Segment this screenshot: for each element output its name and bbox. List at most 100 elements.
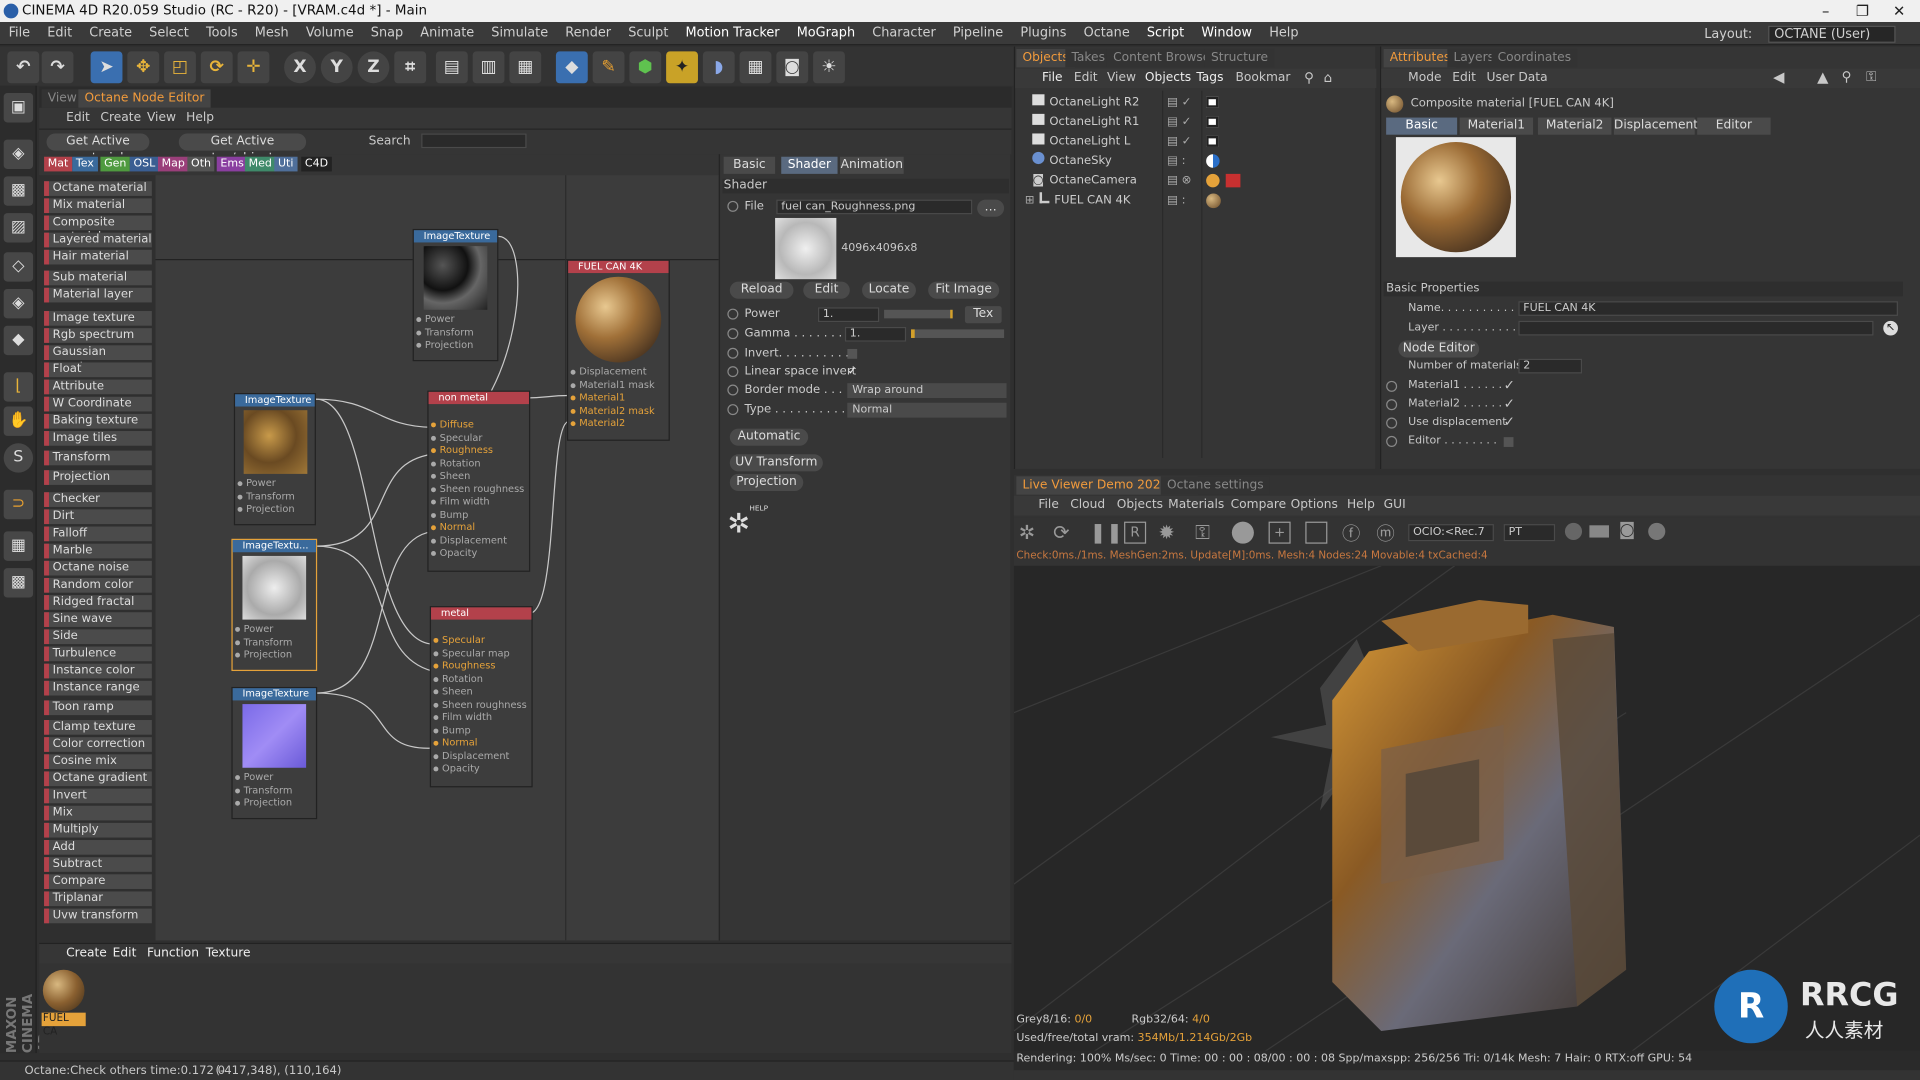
node-list-item[interactable]: Material layer xyxy=(44,287,152,303)
image-texture-node-roughness[interactable]: ImageTextu... Power Transform Projection xyxy=(231,538,318,672)
lv-menu-compare[interactable]: Compare xyxy=(1231,498,1287,511)
object-row[interactable]: ⊞ FUEL CAN 4K ▤ : xyxy=(1025,191,1368,211)
file-browse-button[interactable]: … xyxy=(977,199,1005,217)
ne-menu-help[interactable]: Help xyxy=(186,111,214,124)
render-kernel-select[interactable]: PT xyxy=(1503,524,1556,542)
num-materials-field[interactable]: 2 xyxy=(1518,358,1583,374)
workplane-icon[interactable]: ▨ xyxy=(3,213,34,243)
cat-oth[interactable]: Oth xyxy=(187,156,215,172)
y-axis-button[interactable]: Y xyxy=(320,51,353,84)
pin-roughness[interactable]: Roughness xyxy=(429,444,529,457)
gamma-field[interactable]: 1. xyxy=(844,326,907,342)
material-name-label[interactable]: FUEL CA xyxy=(41,1012,86,1038)
material-ball-icon[interactable] xyxy=(1231,521,1254,544)
pin-projection[interactable]: Projection xyxy=(235,503,315,516)
obj-menu-tags[interactable]: Tags xyxy=(1196,71,1223,84)
composite-material-node[interactable]: FUEL CAN 4K Displacement Material1 mask … xyxy=(566,259,670,441)
node-list-item[interactable]: Mix material xyxy=(44,198,152,214)
maximize-button[interactable]: ❐ xyxy=(1844,0,1881,22)
pin-material1-mask[interactable]: Material1 mask xyxy=(568,379,668,392)
use-displacement-checkbox[interactable]: ✓ xyxy=(1504,414,1515,430)
uv-transform-button[interactable]: UV Transform xyxy=(729,454,823,472)
pin-power[interactable]: Power xyxy=(414,313,497,326)
node-list-item[interactable]: Instance color xyxy=(44,663,152,679)
object-row[interactable]: OctaneLight R2 ▤ ✓ xyxy=(1025,93,1368,113)
file-path-field[interactable]: fuel can_Roughness.png xyxy=(776,199,973,215)
node-editor-button[interactable]: Node Editor xyxy=(1398,340,1480,358)
region-render-icon[interactable]: R xyxy=(1124,521,1147,544)
pin-projection[interactable]: Projection xyxy=(414,339,497,352)
node-list-item[interactable]: Side xyxy=(44,629,152,645)
menu-file[interactable]: File xyxy=(0,22,39,45)
subtab-material1[interactable]: Material1 xyxy=(1459,117,1534,135)
linear-space-checkbox[interactable]: ✓ xyxy=(847,364,857,381)
node-list-item[interactable]: Cosine mix xyxy=(44,754,152,769)
node-list-item[interactable]: Turbulence xyxy=(44,646,152,662)
camera-snapshot-icon[interactable]: ◙ xyxy=(1619,520,1636,540)
name-field[interactable]: FUEL CAN 4K xyxy=(1518,301,1898,316)
lv-menu-materials[interactable]: Materials xyxy=(1168,498,1224,511)
texture-mode-icon[interactable]: ▩ xyxy=(3,176,34,206)
visibility-icon[interactable]: ▤ ✓ xyxy=(1167,132,1191,152)
node-list-item[interactable]: Instance range xyxy=(44,680,152,696)
material-swatch[interactable] xyxy=(42,969,85,1012)
pin-opacity[interactable]: Opacity xyxy=(431,763,531,776)
radio-icon[interactable] xyxy=(727,200,739,212)
pin-rotation[interactable]: Rotation xyxy=(431,673,531,686)
node-list-item[interactable]: Gaussian spectrum xyxy=(44,345,152,373)
menu-select[interactable]: Select xyxy=(141,22,198,45)
lv-menu-gui[interactable]: GUI xyxy=(1384,498,1406,511)
node-list-item[interactable]: Uvw transform xyxy=(44,908,152,924)
radio-icon[interactable] xyxy=(1386,435,1398,447)
home-icon[interactable]: ⌂ xyxy=(1324,70,1333,86)
reload-button[interactable]: Reload xyxy=(729,281,794,299)
pin-material1[interactable]: Material1 xyxy=(568,392,668,405)
render-icon[interactable]: ▥ xyxy=(472,51,505,84)
settings-gear-icon[interactable]: ✹ xyxy=(1158,520,1174,543)
node-list-item[interactable]: Baking texture xyxy=(44,413,152,429)
select-icon[interactable]: ➤ xyxy=(90,51,123,84)
model-mode-icon[interactable]: ▣ xyxy=(3,93,34,123)
menu-pipeline[interactable]: Pipeline xyxy=(944,22,1011,45)
pin-displacement[interactable]: Displacement xyxy=(431,750,531,763)
node-list-item[interactable]: Toon ramp xyxy=(44,700,152,716)
node-list-item[interactable]: W Coordinate xyxy=(44,396,152,412)
image-texture-node-normal[interactable]: ImageTexture Power Transform Projection xyxy=(231,686,318,820)
radio-icon[interactable] xyxy=(727,404,739,416)
obj-menu-objects[interactable]: Objects xyxy=(1145,71,1191,84)
search-icon[interactable]: ⚲ xyxy=(1842,69,1852,85)
radio-icon[interactable] xyxy=(727,384,739,396)
render-viewport[interactable]: R RRCG 人人素材 xyxy=(1013,565,1920,1056)
cat-gen[interactable]: Gen xyxy=(100,156,131,172)
node-list-item[interactable]: Multiply xyxy=(44,822,152,838)
gamma-slider[interactable] xyxy=(911,329,1005,338)
pin-displacement[interactable]: Displacement xyxy=(429,534,529,547)
render-settings-icon[interactable]: ▦ xyxy=(509,51,542,84)
pin-transform[interactable]: Transform xyxy=(233,636,316,649)
tab-animation[interactable]: Animation xyxy=(840,156,904,174)
scale-icon[interactable]: ◰ xyxy=(164,51,196,84)
minimize-button[interactable]: – xyxy=(1807,0,1844,22)
search-input[interactable] xyxy=(421,133,527,149)
power-field[interactable]: 1. xyxy=(817,307,880,323)
floor-icon[interactable]: ▦ xyxy=(739,51,772,84)
image-texture-node-diffuse[interactable]: ImageTexture Power Transform Projection xyxy=(233,393,316,526)
object-name[interactable]: FUEL CAN 4K xyxy=(1054,193,1130,206)
node-list-item[interactable]: Composite material xyxy=(44,215,152,244)
pin-sheen[interactable]: Sheen xyxy=(431,686,531,699)
cat-mat[interactable]: Mat xyxy=(44,156,73,172)
subtab-material2[interactable]: Material2 xyxy=(1537,117,1612,135)
menu-snap[interactable]: Snap xyxy=(362,22,411,45)
pin-projection[interactable]: Projection xyxy=(233,797,316,810)
pin-rotation[interactable]: Rotation xyxy=(429,457,529,470)
node-list-item[interactable]: Octane gradient xyxy=(44,771,152,787)
menu-octane[interactable]: Octane xyxy=(1075,22,1138,45)
object-name[interactable]: OctaneLight R2 xyxy=(1049,96,1139,109)
image-texture-node-top[interactable]: ImageTexture Power Transform Projection xyxy=(412,228,499,362)
cat-map[interactable]: Map xyxy=(157,156,189,172)
node-list-item[interactable]: Invert xyxy=(44,788,152,804)
object-name[interactable]: OctaneLight R1 xyxy=(1049,115,1139,128)
node-list-item[interactable]: Projection xyxy=(44,470,152,485)
pin-material2[interactable]: Material2 xyxy=(568,418,668,431)
object-name[interactable]: OctaneSky xyxy=(1049,154,1111,167)
